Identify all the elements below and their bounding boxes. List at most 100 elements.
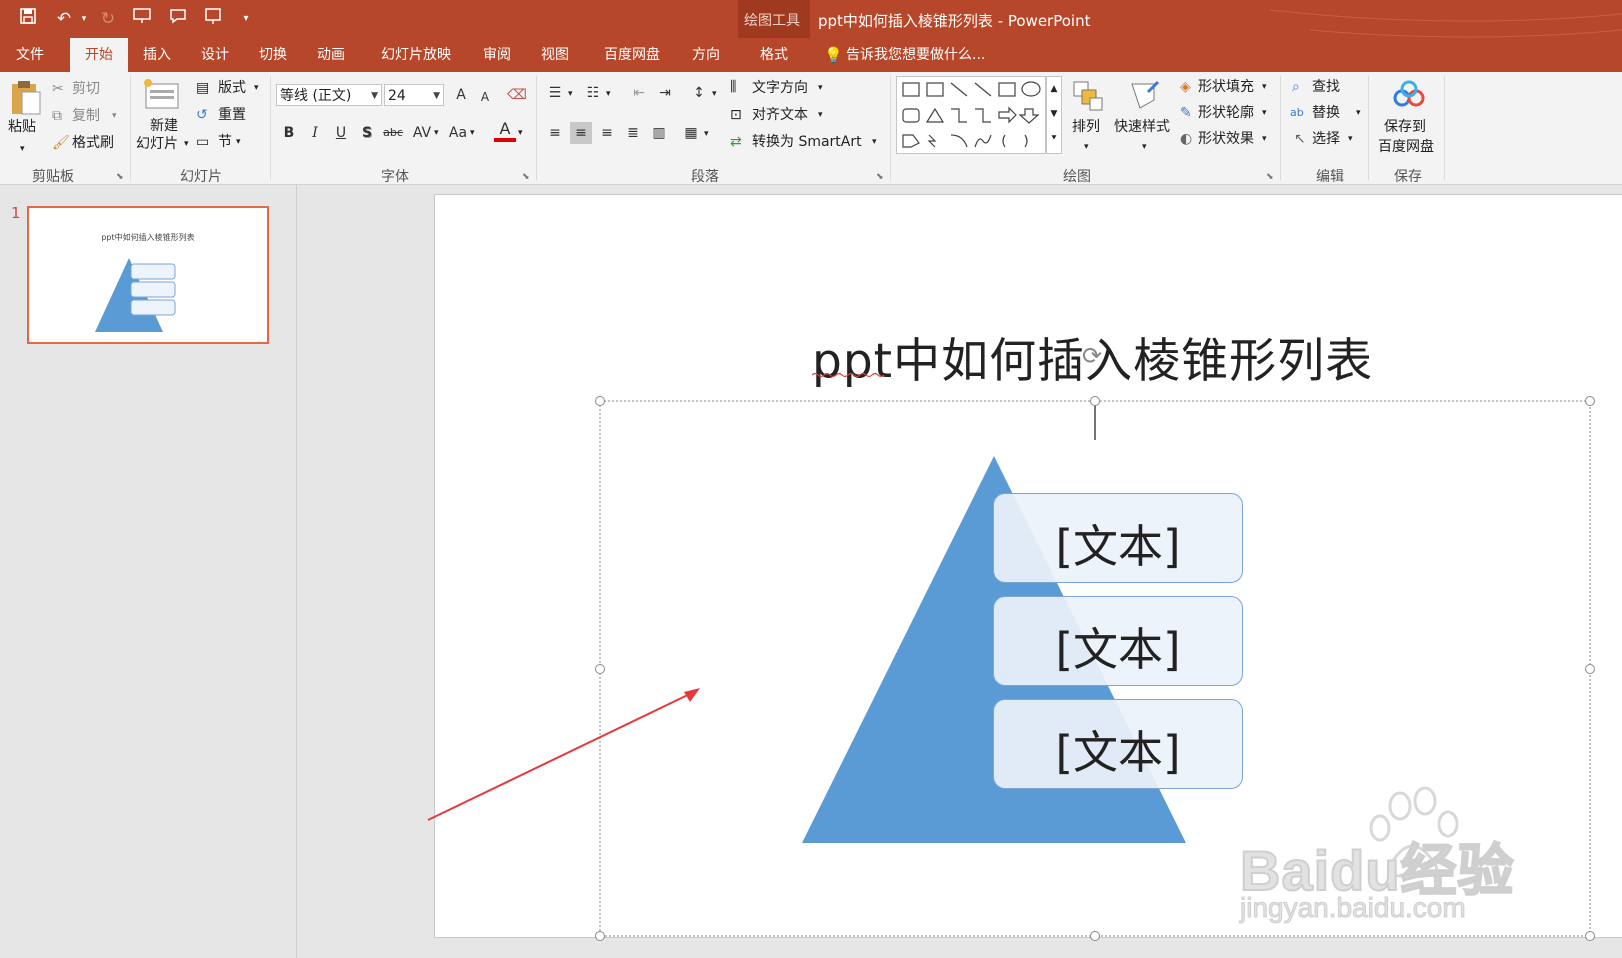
layout-dropdown-icon[interactable]: ▾ bbox=[254, 79, 259, 97]
bold-button[interactable]: B bbox=[278, 122, 300, 144]
quick-styles-icon[interactable] bbox=[1126, 78, 1162, 118]
tab-slideshow[interactable]: 幻灯片放映 bbox=[368, 38, 464, 72]
convert-to-smartart-button[interactable]: 转换为 SmartArt bbox=[752, 133, 862, 151]
resize-handle[interactable] bbox=[595, 931, 605, 941]
arrange-dropdown-icon[interactable]: ▾ bbox=[1084, 138, 1089, 156]
spacing-dropdown-icon[interactable]: ▾ bbox=[434, 124, 439, 142]
shape-fill-button[interactable]: 形状填充 bbox=[1198, 78, 1254, 96]
new-slide-icon[interactable] bbox=[142, 78, 182, 116]
baidu-netdisk-icon[interactable] bbox=[1392, 80, 1426, 114]
bullets-dropdown-icon[interactable]: ▾ bbox=[568, 85, 573, 103]
arrange-icon[interactable] bbox=[1070, 78, 1106, 118]
resize-handle[interactable] bbox=[1090, 396, 1100, 406]
font-name-combo[interactable]: 等线 (正文) ▼ bbox=[276, 84, 382, 106]
increase-indent-icon[interactable]: ⇥ bbox=[654, 82, 676, 104]
clear-formatting-icon[interactable]: ⌫ bbox=[506, 84, 528, 106]
text-shadow-button[interactable]: S bbox=[356, 122, 378, 144]
numbering-icon[interactable]: ☷ bbox=[582, 82, 604, 104]
font-size-dropdown-icon[interactable]: ▼ bbox=[433, 85, 440, 107]
strikethrough-button[interactable]: abc bbox=[380, 122, 406, 144]
columns-dropdown-icon[interactable]: ▾ bbox=[704, 125, 709, 143]
clipboard-launcher-icon[interactable]: ⬊ bbox=[116, 168, 124, 186]
new-slide-dropdown-icon[interactable]: ▾ bbox=[184, 135, 189, 153]
tab-view[interactable]: 视图 bbox=[528, 38, 582, 72]
copy-button[interactable]: 复制 bbox=[72, 107, 100, 125]
paste-label[interactable]: 粘贴 bbox=[8, 118, 36, 136]
font-size-combo[interactable]: 24 ▼ bbox=[384, 84, 444, 106]
format-painter-button[interactable]: 格式刷 bbox=[72, 134, 114, 152]
align-text-button[interactable]: 对齐文本 bbox=[752, 106, 808, 124]
shapes-gallery-scroll[interactable]: ▲ ▼ ⯆ bbox=[1046, 76, 1062, 154]
shape-outline-dropdown-icon[interactable]: ▾ bbox=[1262, 104, 1267, 122]
resize-handle[interactable] bbox=[595, 396, 605, 406]
present-online-icon[interactable] bbox=[202, 7, 226, 32]
align-text-icon[interactable]: ⊡ bbox=[730, 106, 742, 124]
new-slide-label-2[interactable]: 幻灯片 bbox=[136, 135, 178, 153]
shrink-font-button[interactable]: A bbox=[474, 86, 496, 108]
new-slide-label-1[interactable]: 新建 bbox=[150, 117, 178, 135]
justify-icon[interactable]: ≣ bbox=[622, 122, 644, 144]
resize-handle[interactable] bbox=[595, 664, 605, 674]
resize-handle[interactable] bbox=[1585, 396, 1595, 406]
shape-fill-icon[interactable]: ◈ bbox=[1180, 78, 1191, 96]
replace-button[interactable]: 替换 bbox=[1312, 104, 1340, 122]
drawing-launcher-icon[interactable]: ⬊ bbox=[1266, 168, 1274, 186]
select-dropdown-icon[interactable]: ▾ bbox=[1348, 130, 1353, 148]
paragraph-launcher-icon[interactable]: ⬊ bbox=[876, 168, 884, 186]
quick-styles-dropdown-icon[interactable]: ▾ bbox=[1142, 138, 1147, 156]
cut-button[interactable]: 剪切 bbox=[72, 80, 100, 98]
resize-handle[interactable] bbox=[1585, 664, 1595, 674]
case-dropdown-icon[interactable]: ▾ bbox=[470, 124, 475, 142]
find-icon[interactable]: ⌕ bbox=[1292, 78, 1300, 96]
slide-thumbnail[interactable]: ppt中如何插入棱锥形列表 bbox=[27, 206, 269, 344]
copy-dropdown-icon[interactable]: ▾ bbox=[112, 107, 117, 125]
section-dropdown-icon[interactable]: ▾ bbox=[236, 133, 241, 151]
shape-outline-button[interactable]: 形状轮廓 bbox=[1198, 104, 1254, 122]
tab-design[interactable]: 设计 bbox=[186, 38, 244, 72]
grow-font-button[interactable]: A bbox=[450, 84, 472, 106]
tell-me-search[interactable]: 告诉我您想要做什么... bbox=[846, 38, 985, 72]
change-case-button[interactable]: Aa bbox=[446, 122, 470, 144]
tab-format[interactable]: 格式 bbox=[744, 38, 804, 72]
layout-button[interactable]: 版式 bbox=[218, 79, 246, 97]
line-spacing-icon[interactable]: ↕ bbox=[688, 82, 710, 104]
shape-fill-dropdown-icon[interactable]: ▾ bbox=[1262, 78, 1267, 96]
distributed-icon[interactable]: ▥ bbox=[648, 122, 670, 144]
layout-icon[interactable]: ▤ bbox=[196, 79, 209, 97]
resize-handle[interactable] bbox=[1090, 931, 1100, 941]
align-text-dropdown-icon[interactable]: ▾ bbox=[818, 106, 823, 124]
paste-icon[interactable] bbox=[8, 78, 42, 120]
paste-dropdown-icon[interactable]: ▾ bbox=[20, 140, 25, 158]
rotate-handle-icon[interactable]: ⟳ bbox=[1082, 342, 1102, 370]
align-left-icon[interactable]: ≡ bbox=[544, 122, 566, 144]
copy-icon[interactable]: ⧉ bbox=[52, 107, 62, 125]
character-spacing-button[interactable]: AV bbox=[410, 122, 434, 144]
decrease-indent-icon[interactable]: ⇤ bbox=[628, 82, 650, 104]
arrange-button[interactable]: 排列 bbox=[1072, 118, 1100, 136]
save-icon[interactable] bbox=[16, 7, 40, 32]
tab-review[interactable]: 审阅 bbox=[470, 38, 524, 72]
customize-qat-icon[interactable]: ▾ bbox=[234, 7, 258, 31]
underline-button[interactable]: U bbox=[330, 122, 352, 144]
tab-baidu-netdisk[interactable]: 百度网盘 bbox=[590, 38, 674, 72]
font-color-button[interactable]: A bbox=[494, 120, 516, 142]
align-center-icon[interactable]: ≡ bbox=[570, 122, 592, 144]
tab-home[interactable]: 开始 bbox=[70, 38, 128, 72]
font-color-dropdown-icon[interactable]: ▾ bbox=[518, 124, 523, 142]
font-launcher-icon[interactable]: ⬊ bbox=[522, 168, 530, 186]
save-to-netdisk-line1[interactable]: 保存到 bbox=[1384, 118, 1426, 136]
redo-icon[interactable]: ↻ bbox=[96, 7, 120, 31]
reset-icon[interactable]: ↺ bbox=[196, 106, 208, 124]
quick-styles-button[interactable]: 快速样式 bbox=[1114, 118, 1170, 136]
tab-animations[interactable]: 动画 bbox=[302, 38, 360, 72]
tab-direction[interactable]: 方向 bbox=[680, 38, 732, 72]
resize-handle[interactable] bbox=[1585, 931, 1595, 941]
font-name-dropdown-icon[interactable]: ▼ bbox=[371, 85, 378, 107]
smartart-icon[interactable]: ⇄ bbox=[730, 133, 742, 151]
text-direction-dropdown-icon[interactable]: ▾ bbox=[818, 79, 823, 97]
replace-icon[interactable]: ab bbox=[1290, 104, 1304, 122]
shape-outline-icon[interactable]: ✎ bbox=[1180, 104, 1192, 122]
line-spacing-dropdown-icon[interactable]: ▾ bbox=[712, 85, 717, 103]
shape-effects-icon[interactable]: ◐ bbox=[1180, 130, 1192, 148]
section-icon[interactable]: ▭ bbox=[196, 133, 209, 151]
